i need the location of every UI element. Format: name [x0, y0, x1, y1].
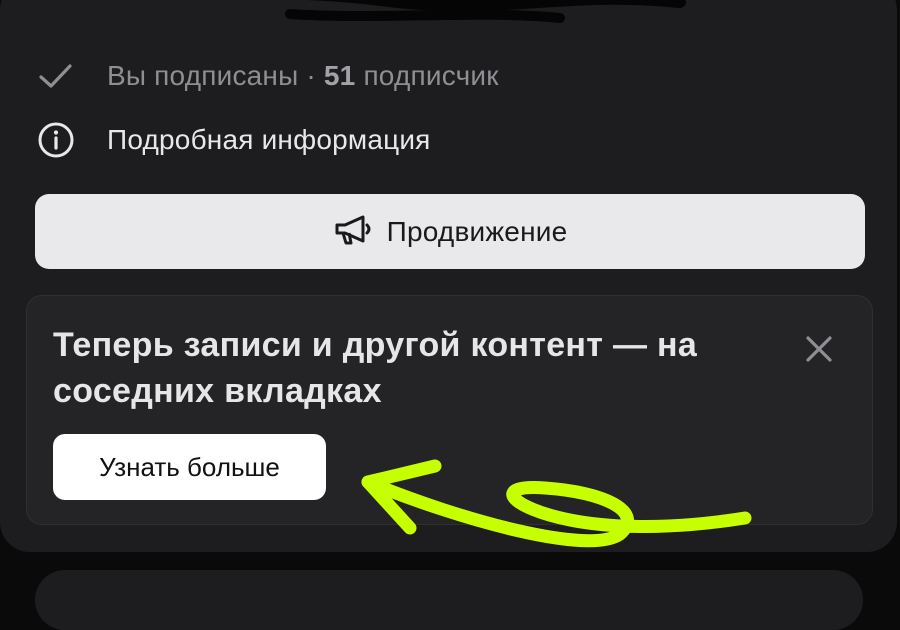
annotation-arrow — [361, 459, 752, 548]
details-label: Подробная информация — [107, 124, 431, 155]
subscriber-count: 51 — [323, 60, 356, 91]
promotion-label: Продвижение — [386, 215, 568, 247]
info-circle-icon — [36, 120, 76, 160]
subscription-status: Вы подписаны — [107, 60, 299, 91]
subscriber-count-label: подписчик — [363, 60, 499, 91]
subscription-text: Вы подписаны · 51 подписчик — [107, 60, 499, 92]
megaphone-icon — [333, 214, 373, 249]
redaction-scribble — [285, 0, 686, 23]
promotion-button[interactable]: Продвижение — [35, 194, 865, 269]
learn-more-button[interactable]: Узнать больше — [53, 434, 326, 500]
banner-title: Теперь записи и другой контент — на сосе… — [53, 326, 698, 410]
checkmark-icon — [36, 56, 76, 96]
subscription-status-row[interactable]: Вы подписаны · 51 подписчик — [36, 54, 499, 98]
details-row[interactable]: Подробная информация — [36, 118, 431, 162]
next-card — [35, 570, 863, 630]
close-icon[interactable] — [802, 332, 836, 366]
separator-dot: · — [306, 60, 316, 91]
